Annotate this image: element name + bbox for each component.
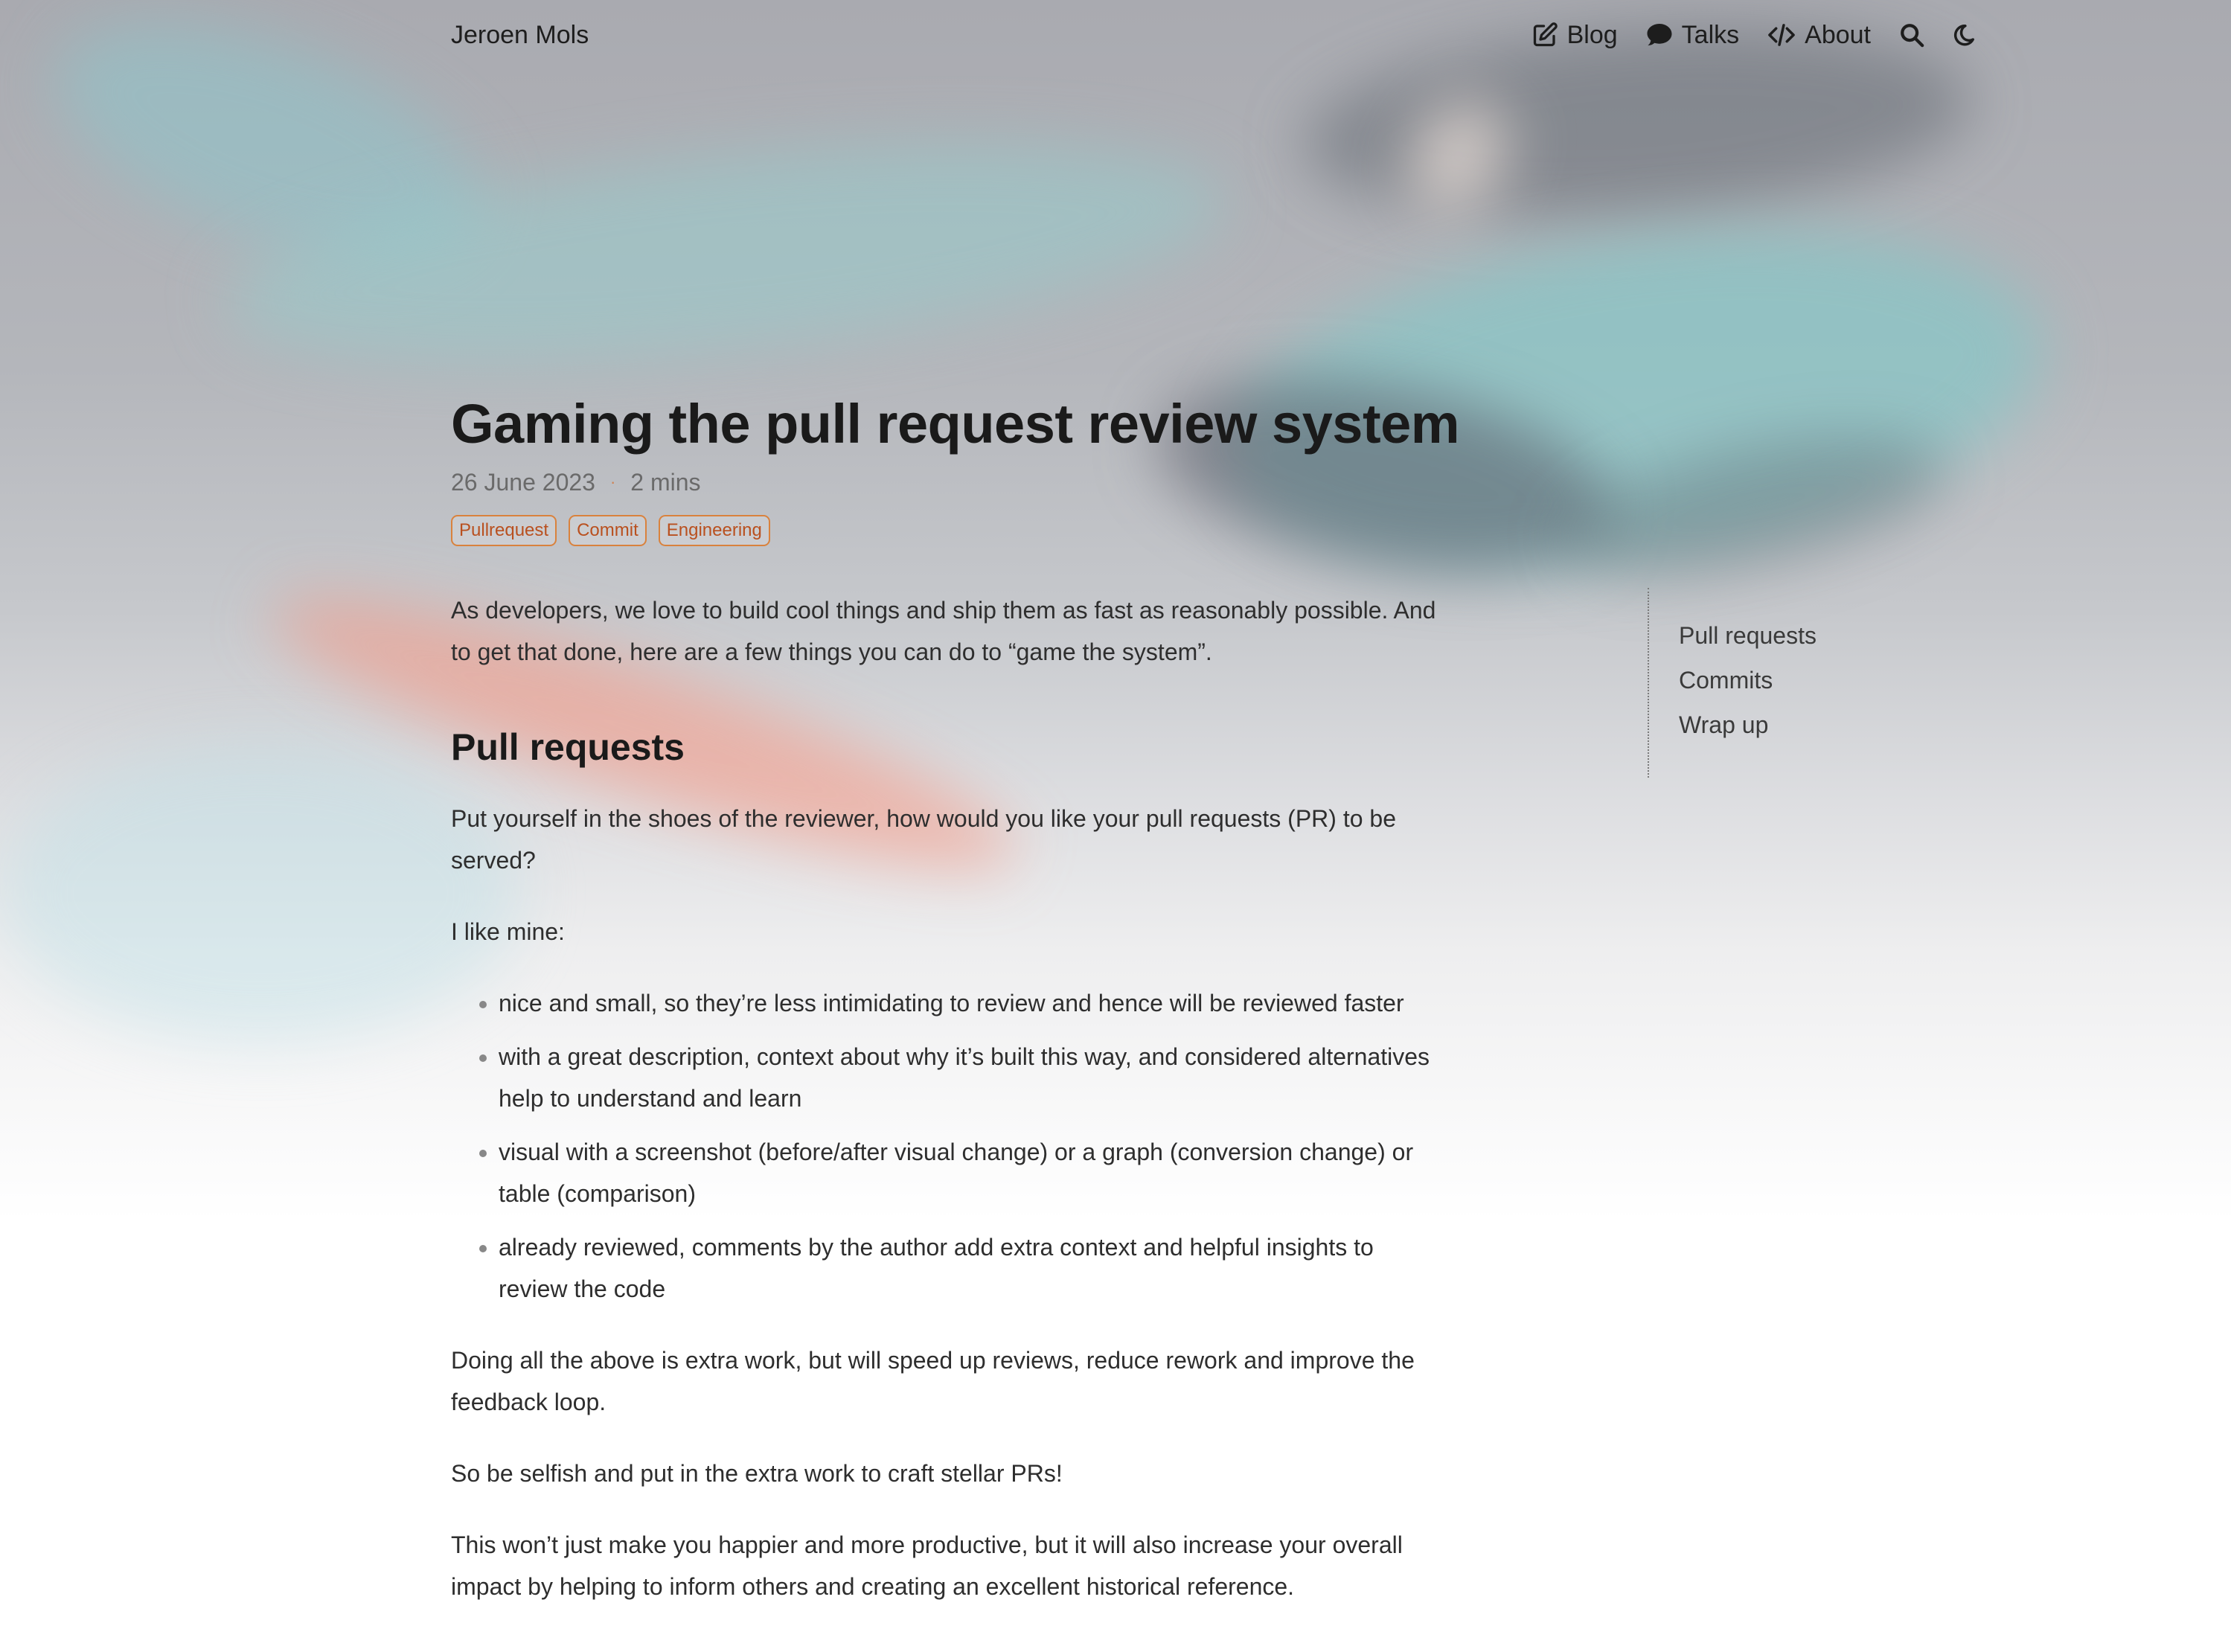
speech-bubble-icon (1646, 22, 1673, 48)
meta-separator: · (609, 473, 616, 491)
article-title: Gaming the pull request review system (451, 393, 1460, 455)
list-item: visual with a screenshot (before/after v… (499, 1131, 1441, 1214)
list-item: already reviewed, comments by the author… (499, 1226, 1441, 1310)
paragraph: This won’t just make you happier and mor… (451, 1531, 1403, 1600)
table-of-contents: Pull requests Commits Wrap up (1648, 588, 1817, 778)
site-name-link[interactable]: Jeroen Mols (451, 18, 589, 52)
section-heading-pull-requests: Pull requests (451, 726, 685, 768)
toc-item-commits[interactable]: Commits (1679, 664, 1817, 697)
list-item: with a great description, context about … (499, 1036, 1441, 1119)
edit-icon (1531, 22, 1558, 48)
paragraph: Put yourself in the shoes of the reviewe… (451, 805, 1396, 874)
toc-item-wrap-up[interactable]: Wrap up (1679, 708, 1817, 741)
paragraph: Doing all the above is extra work, but w… (451, 1347, 1415, 1415)
nav-blog-link[interactable]: Blog (1531, 21, 1618, 50)
paragraph: I like mine: (451, 918, 565, 945)
site-header: Jeroen Mols Blog Talks About (0, 0, 2231, 71)
paragraph: So be selfish and put in the extra work … (451, 1460, 1063, 1487)
tag-commit[interactable]: Commit (569, 515, 647, 546)
reading-time: 2 mins (630, 469, 701, 496)
main-nav: Blog Talks About (1531, 15, 1975, 55)
tag-engineering[interactable]: Engineering (658, 515, 770, 546)
nav-blog-label: Blog (1566, 20, 1618, 49)
list-item: nice and small, so they’re less intimida… (499, 982, 1441, 1024)
article-body: As developers, we love to build cool thi… (451, 589, 1441, 1607)
bullet-list: nice and small, so they’re less intimida… (451, 982, 1441, 1310)
article: Gaming the pull request review system 26… (451, 387, 1460, 1637)
search-icon[interactable] (1899, 22, 1924, 48)
nav-talks-label: Talks (1681, 20, 1740, 49)
tag-list: Pullrequest Commit Engineering (451, 515, 1441, 546)
code-icon (1767, 22, 1796, 48)
nav-talks-link[interactable]: Talks (1646, 21, 1739, 50)
article-meta: 26 June 2023 · 2 mins (451, 466, 1441, 499)
nav-about-link[interactable]: About (1767, 21, 1871, 50)
moon-icon[interactable] (1953, 23, 1975, 47)
publish-date: 26 June 2023 (451, 469, 595, 496)
toc-item-pull-requests[interactable]: Pull requests (1679, 619, 1817, 652)
nav-about-label: About (1805, 20, 1871, 49)
intro-paragraph: As developers, we love to build cool thi… (451, 597, 1436, 665)
tag-pullrequest[interactable]: Pullrequest (451, 515, 557, 546)
